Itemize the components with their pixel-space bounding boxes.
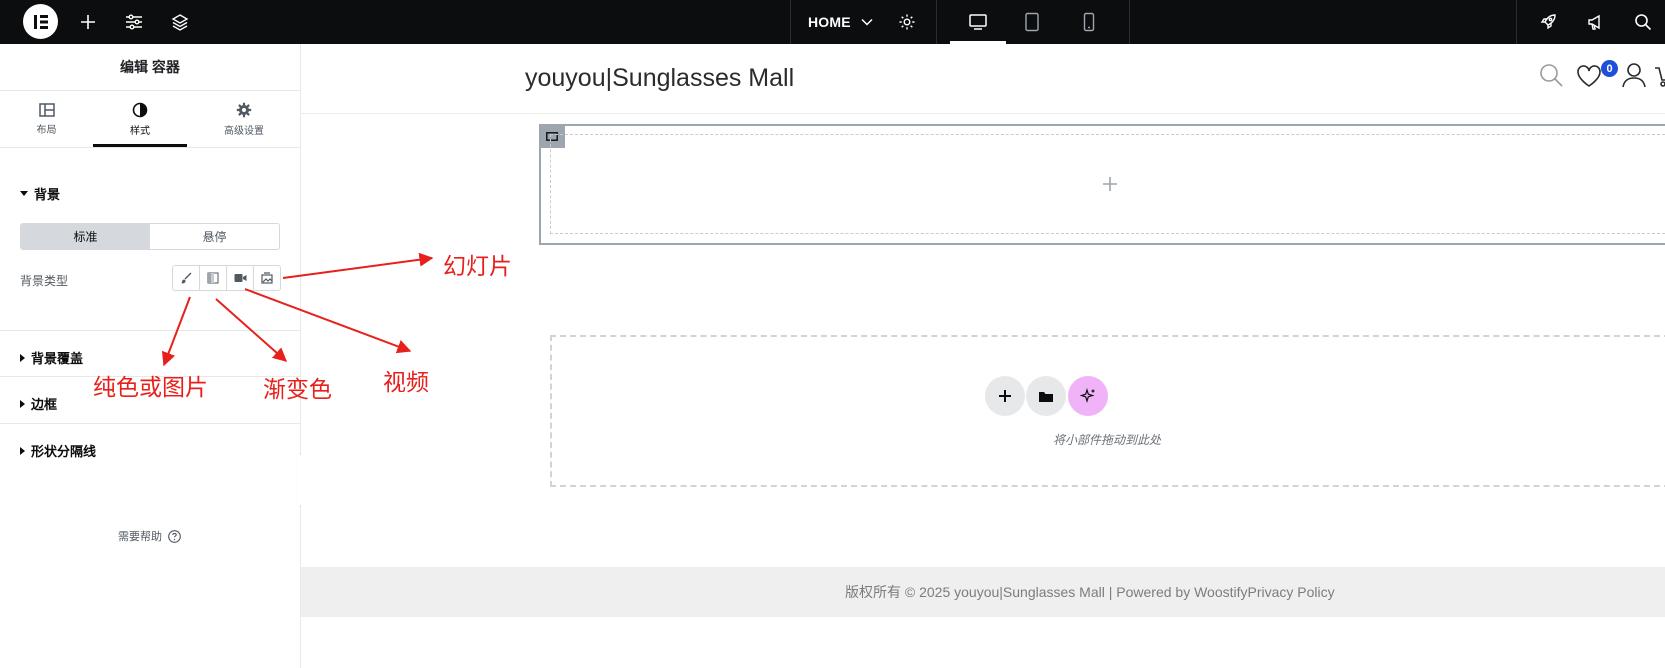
wishlist-count-badge: 0 <box>1601 60 1618 77</box>
tab-style[interactable]: 样式 <box>93 91 187 148</box>
chevron-down-icon <box>861 18 873 26</box>
page-selector[interactable]: HOME <box>808 0 873 44</box>
annotation-solid-or-image: 纯色或图片 <box>93 375 208 401</box>
elementor-logo-icon[interactable] <box>23 4 58 39</box>
heart-icon[interactable] <box>1576 64 1602 93</box>
state-switch: 标准 悬停 <box>20 223 280 250</box>
section-shape-divider[interactable]: 形状分隔线 <box>20 441 96 460</box>
add-template-button[interactable] <box>1026 376 1066 416</box>
annotation-slideshow: 幻灯片 <box>443 254 512 280</box>
page-name: HOME <box>808 14 851 30</box>
section-background-label: 背景 <box>34 187 61 202</box>
help-link[interactable]: 需要帮助 <box>118 528 181 544</box>
bg-type-gradient-button[interactable] <box>200 266 227 290</box>
state-hover-button[interactable]: 悬停 <box>150 224 279 249</box>
gear-icon[interactable] <box>895 0 919 44</box>
mobile-icon[interactable] <box>1078 0 1100 44</box>
gradient-icon <box>207 272 219 284</box>
panel-tabs: 布局 样式 高级设置 <box>0 91 300 148</box>
bg-type-slideshow-button[interactable] <box>254 266 280 290</box>
section-shape-divider-label: 形状分隔线 <box>31 444 97 459</box>
panel-title: 编辑 容器 <box>0 44 300 91</box>
plus-icon <box>999 390 1011 402</box>
add-section-button[interactable] <box>985 376 1025 416</box>
editor-top-bar: HOME <box>0 0 1665 44</box>
help-label: 需要帮助 <box>118 531 162 543</box>
layout-icon <box>38 103 55 117</box>
sparkle-icon <box>1080 388 1095 404</box>
preview-canvas: youyou|Sunglasses Mall 0 将小部件拖动到此处 版权所有 … <box>301 44 1665 668</box>
section-border[interactable]: 边框 <box>20 394 57 413</box>
bg-type-classic-button[interactable] <box>173 266 200 290</box>
caret-right-icon <box>20 446 25 455</box>
rocket-icon[interactable] <box>1536 0 1560 44</box>
add-section-area <box>550 335 1665 487</box>
caret-down-icon <box>20 191 28 196</box>
bg-type-video-button[interactable] <box>227 266 254 290</box>
tab-advanced-label: 高级设置 <box>224 126 264 137</box>
footer-text: 版权所有 © 2025 youyou|Sunglasses Mall | Pow… <box>845 584 1335 600</box>
background-type-label: 背景类型 <box>20 274 69 288</box>
section-background[interactable]: 背景 <box>20 184 60 203</box>
drop-hint: 将小部件拖动到此处 <box>1053 433 1162 447</box>
tab-style-label: 样式 <box>130 126 150 137</box>
tab-layout[interactable]: 布局 <box>0 91 93 148</box>
plus-icon[interactable] <box>76 0 100 44</box>
annotation-gradient: 渐变色 <box>263 377 332 403</box>
tablet-icon[interactable] <box>1021 0 1043 44</box>
site-title[interactable]: youyou|Sunglasses Mall <box>525 64 794 93</box>
desktop-icon[interactable] <box>965 0 991 44</box>
ai-generate-button[interactable] <box>1068 376 1108 416</box>
section-background-overlay-label: 背景覆盖 <box>31 351 84 366</box>
state-normal-button[interactable]: 标准 <box>21 224 150 249</box>
video-icon <box>234 274 246 282</box>
sliders-icon[interactable] <box>122 0 146 44</box>
section-border-label: 边框 <box>31 397 58 412</box>
container-drop-zone[interactable] <box>550 134 1665 234</box>
user-icon[interactable] <box>1621 62 1647 93</box>
caret-right-icon <box>20 399 25 408</box>
caret-right-icon <box>20 353 25 362</box>
layers-icon[interactable] <box>168 0 192 44</box>
contrast-icon <box>132 102 148 118</box>
active-tab-indicator <box>93 144 187 147</box>
brush-icon <box>181 272 192 284</box>
search-icon[interactable] <box>1538 62 1564 93</box>
help-icon <box>168 529 181 543</box>
cart-icon[interactable] <box>1654 64 1665 93</box>
section-background-overlay[interactable]: 背景覆盖 <box>20 348 83 367</box>
header-divider <box>301 113 1665 114</box>
plus-icon <box>1103 177 1117 191</box>
background-type-control <box>172 265 281 291</box>
search-icon[interactable] <box>1631 0 1655 44</box>
slideshow-icon <box>261 272 273 284</box>
gear-icon <box>236 102 252 118</box>
tab-advanced[interactable]: 高级设置 <box>187 91 301 148</box>
folder-icon <box>1039 391 1053 402</box>
tab-layout-label: 布局 <box>36 125 57 136</box>
site-footer: 版权所有 © 2025 youyou|Sunglasses Mall | Pow… <box>301 567 1665 617</box>
annotation-video: 视频 <box>383 370 429 396</box>
megaphone-icon[interactable] <box>1583 0 1607 44</box>
